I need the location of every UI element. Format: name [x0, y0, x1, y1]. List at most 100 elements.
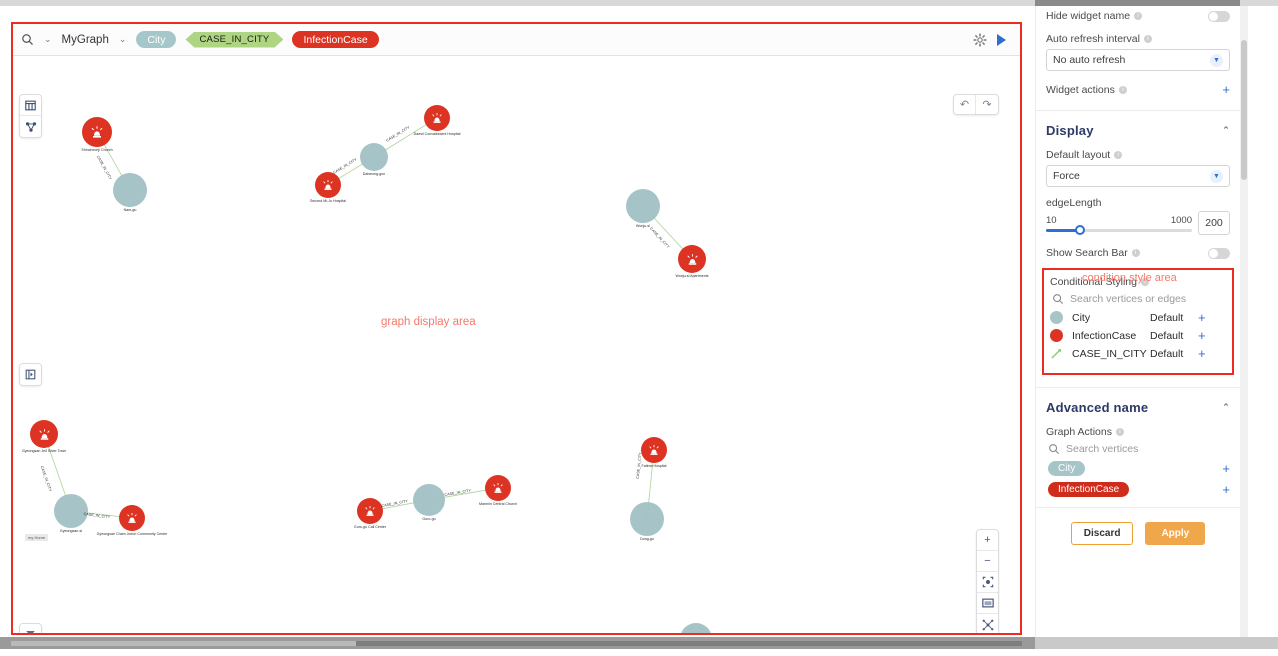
info-icon[interactable]: i — [1134, 12, 1143, 20]
redo-icon[interactable]: ↷ — [976, 95, 998, 114]
graph-node[interactable]: Wonju-si Apartments — [675, 245, 709, 278]
graph-action-pill-infectioncase[interactable]: InfectionCase — [1048, 482, 1130, 497]
info-icon[interactable]: i — [1131, 249, 1140, 257]
graph-node[interactable]: Dong-gu — [630, 502, 664, 541]
edge-length-slider[interactable]: 10 1000 — [1046, 214, 1192, 235]
conditional-style-add-button[interactable]: + — [1198, 347, 1206, 360]
discard-button[interactable]: Discard — [1070, 522, 1134, 545]
graph-node[interactable]: Guro-gu Call Center — [354, 498, 386, 529]
zoom-in-button[interactable]: + — [977, 530, 998, 551]
edge-length-max: 1000 — [1170, 214, 1192, 226]
city-node-circle — [360, 143, 388, 171]
graph-node[interactable]: Manmin Central Church — [479, 475, 517, 506]
graph-node[interactable]: Second Mi-Ju Hospital — [310, 172, 346, 203]
vertex-pill-city[interactable]: City — [136, 31, 177, 48]
graph-node[interactable]: Gyeongsan Cham Joeun Community Center — [97, 505, 167, 536]
play-icon[interactable] — [997, 33, 1006, 46]
show-search-bar-toggle[interactable] — [1208, 247, 1230, 259]
advanced-section-header[interactable]: Advanced name ⌃ — [1046, 400, 1230, 415]
conditional-style-add-button[interactable]: + — [1198, 311, 1206, 324]
filter-icon[interactable] — [20, 624, 41, 633]
conditional-style-row-city[interactable]: City Default + — [1050, 311, 1226, 324]
search-dropdown-caret-icon[interactable]: ⌄ — [40, 34, 56, 45]
conditional-style-row-infectioncase[interactable]: InfectionCase Default + — [1050, 329, 1226, 342]
search-icon[interactable] — [21, 33, 34, 46]
conditional-styling-search-placeholder: Search vertices or edges — [1070, 293, 1187, 305]
graph-node-label: Gyeongsan-si — [59, 529, 83, 533]
zoom-out-button[interactable]: − — [977, 551, 998, 572]
conditional-style-name: InfectionCase — [1072, 329, 1137, 342]
graph-node-label: Second Mi-Ju Hospital — [310, 199, 346, 203]
conditional-styling-search[interactable]: Search vertices or edges — [1052, 293, 1226, 305]
info-icon[interactable]: i — [1115, 428, 1124, 436]
graph-action-add-button[interactable]: + — [1222, 462, 1230, 475]
edge-length-input[interactable]: 200 — [1198, 211, 1230, 235]
chevron-up-icon[interactable]: ⌃ — [1222, 402, 1230, 413]
fit-to-screen-icon[interactable] — [977, 572, 998, 593]
edge-pill-case-in-city[interactable]: CASE_IN_CITY — [185, 32, 283, 48]
widget-actions-add-button[interactable]: + — [1222, 83, 1230, 96]
expand-panel-button[interactable] — [19, 363, 42, 386]
infection-case-node-circle — [641, 437, 667, 463]
graph-node[interactable]: Daesil Convalescent Hospital — [414, 105, 460, 136]
graph-node[interactable]: Nam-gu — [113, 173, 147, 212]
horizontal-scrollbar-thumb[interactable] — [11, 641, 356, 646]
graph-node[interactable]: Fatima Hospital — [641, 437, 667, 468]
table-view-icon[interactable] — [20, 95, 41, 116]
infection-case-node-circle — [82, 117, 112, 147]
info-icon[interactable]: i — [1114, 151, 1123, 159]
infection-case-node-circle — [119, 505, 145, 531]
info-icon[interactable]: i — [1143, 35, 1152, 43]
graph-node-label: Gyeongsan Cham Joeun Community Center — [96, 532, 168, 536]
slider-knob[interactable] — [1075, 225, 1086, 235]
chevron-up-icon[interactable]: ⌃ — [1222, 125, 1230, 136]
full-frame-icon[interactable] — [977, 593, 998, 614]
graph-action-add-button[interactable]: + — [1222, 483, 1230, 496]
graph-name-label[interactable]: MyGraph — [62, 34, 109, 46]
conditional-style-row-case-in-city[interactable]: CASE_IN_CITY Default + — [1050, 347, 1226, 360]
graph-node[interactable]: Dalseong-gun — [360, 143, 388, 176]
graph-node[interactable]: Gyeongsan Jeil Silver Town — [22, 420, 66, 453]
graph-node[interactable]: Wonju-si — [626, 189, 660, 228]
history-toolbar: ↶ ↷ — [953, 94, 999, 115]
auto-refresh-select[interactable]: No auto refresh ▼ — [1046, 49, 1230, 71]
conditional-style-add-button[interactable]: + — [1198, 329, 1206, 342]
graph-node[interactable]: Uijeongbu-si — [680, 623, 712, 633]
edge-arrow-icon — [1050, 347, 1063, 360]
graph-node[interactable]: Shincheonji Church — [81, 117, 113, 152]
undo-icon[interactable]: ↶ — [954, 95, 976, 114]
infection-case-node-circle — [315, 172, 341, 198]
sidebar-footer: Discard Apply — [1036, 522, 1240, 545]
show-search-bar-label: Show Search Bar i — [1046, 247, 1140, 259]
graph-action-row-infectioncase[interactable]: InfectionCase + — [1048, 482, 1230, 497]
schema-graph-icon[interactable] — [20, 116, 41, 137]
graph-action-pill-city[interactable]: City — [1048, 461, 1086, 476]
rearrange-layout-icon[interactable] — [977, 614, 998, 633]
widget-actions-row: Widget actions i + — [1046, 83, 1230, 96]
gear-icon[interactable] — [973, 32, 987, 47]
auto-refresh-label: Auto refresh interval i — [1046, 33, 1230, 45]
display-section-header[interactable]: Display ⌃ — [1046, 123, 1230, 138]
conditional-style-name: CASE_IN_CITY — [1072, 347, 1147, 360]
graph-action-row-city[interactable]: City + — [1048, 461, 1230, 476]
default-layout-label: Default layout i — [1046, 149, 1230, 161]
default-layout-value: Force — [1053, 170, 1080, 182]
slider-fill — [1046, 228, 1079, 232]
filter-button[interactable] — [19, 623, 42, 633]
infection-case-node-circle — [678, 245, 706, 273]
apply-button[interactable]: Apply — [1145, 522, 1206, 545]
slider-track[interactable] — [1046, 225, 1192, 235]
graph-dropdown-caret-icon[interactable]: ⌄ — [115, 34, 131, 45]
vertex-pill-infectioncase[interactable]: InfectionCase — [292, 31, 379, 48]
sidebar-scrollbar-thumb[interactable] — [1241, 40, 1247, 180]
graph-actions-search[interactable]: Search vertices — [1048, 443, 1230, 455]
conditional-style-value: Default — [1150, 311, 1184, 324]
hide-widget-name-toggle[interactable] — [1208, 10, 1230, 22]
graph-display-area[interactable]: Shincheonji Church Nam-gu Second Mi-Ju Hos… — [13, 56, 1020, 633]
info-icon[interactable]: i — [1118, 85, 1127, 94]
default-layout-select[interactable]: Force ▼ — [1046, 165, 1230, 187]
expand-panel-icon[interactable] — [20, 364, 41, 385]
graph-node-label: Guro-gu — [422, 517, 436, 521]
city-node-circle — [413, 484, 445, 516]
graph-node[interactable]: Guro-gu — [413, 484, 445, 521]
